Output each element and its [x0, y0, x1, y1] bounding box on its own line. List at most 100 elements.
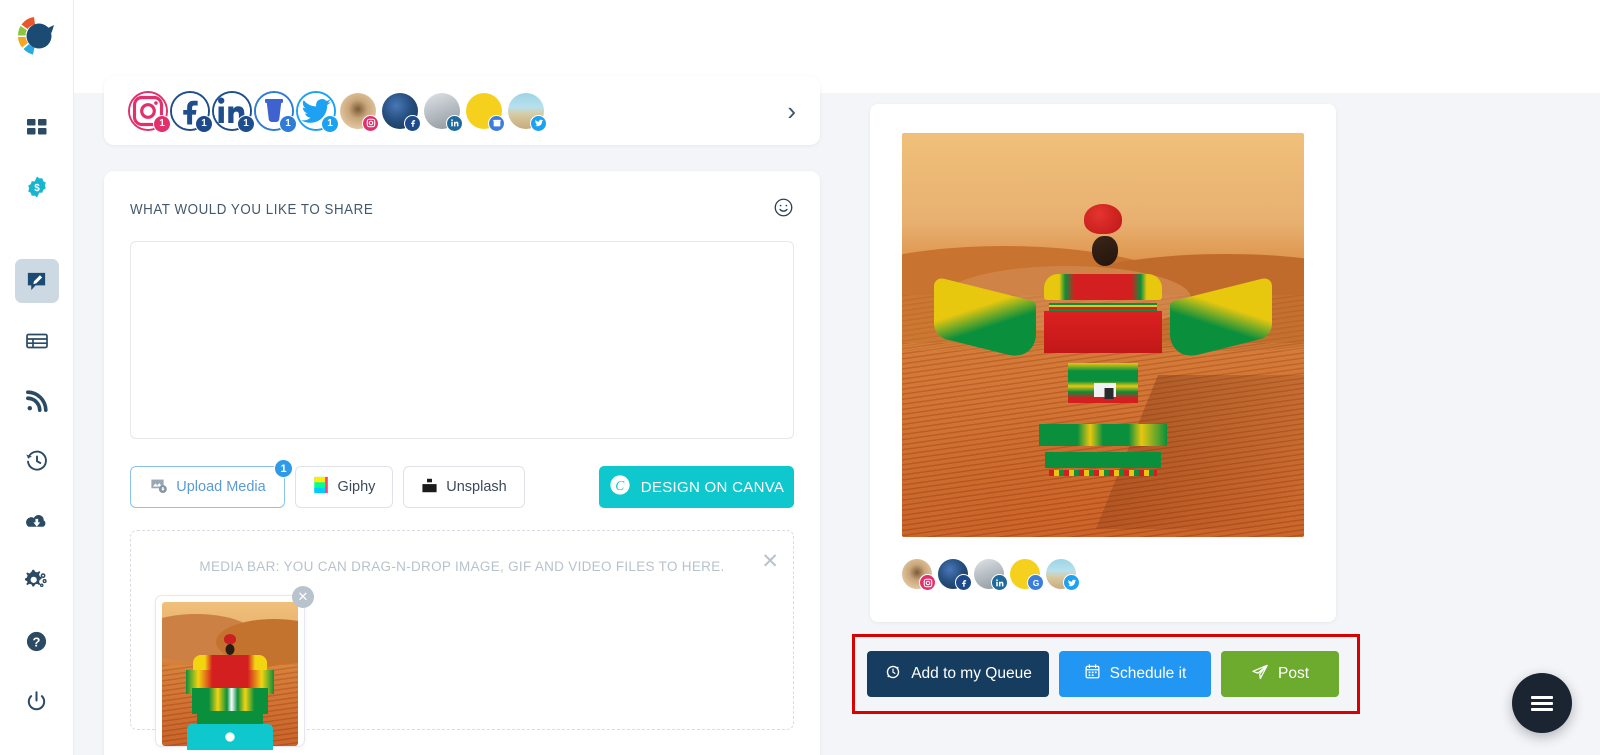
accounts-list: 1 1 1 1 1	[130, 92, 781, 133]
post-actions-highlight-box: Add to my Queue Schedule it Post	[852, 634, 1360, 714]
add-to-queue-label: Add to my Queue	[911, 665, 1032, 682]
account-count-badge: 1	[195, 114, 213, 133]
account-avatar-twitter-photo[interactable]	[508, 92, 547, 132]
smiley-face-icon	[773, 197, 794, 223]
giphy-label: Giphy	[337, 479, 376, 495]
account-avatar-twitter-selected[interactable]: 1	[298, 92, 339, 133]
unsplash-button[interactable]: Unsplash	[403, 466, 525, 508]
image-upload-icon	[149, 476, 168, 499]
account-count-badge: 1	[321, 114, 339, 133]
sidebar-item-settings[interactable]	[15, 559, 59, 603]
accounts-next-arrow-icon[interactable]: ›	[781, 98, 802, 124]
add-to-queue-button[interactable]: Add to my Queue	[867, 651, 1049, 697]
sidebar-item-compose[interactable]	[14, 259, 59, 303]
dollar-badge-icon: $	[25, 175, 49, 199]
canva-icon: C	[609, 474, 631, 500]
sidebar-item-history[interactable]	[15, 439, 59, 483]
twitter-badge-icon	[1063, 574, 1080, 591]
preview-accounts-list: G	[902, 559, 1304, 591]
calendar-list-icon	[25, 329, 49, 353]
svg-text:G: G	[1032, 578, 1039, 588]
account-avatar-instagram-selected[interactable]: 1	[130, 92, 171, 133]
preview-avatar-twitter[interactable]	[1046, 559, 1080, 591]
twitter-badge-icon	[530, 114, 547, 132]
post-preview-card: G	[870, 104, 1336, 622]
calendar-icon	[1084, 663, 1101, 685]
menu-fab-button[interactable]	[1512, 673, 1572, 733]
instagram-badge-icon	[362, 114, 379, 132]
rss-icon	[25, 389, 48, 413]
sidebar-item-billing[interactable]: $	[15, 165, 59, 209]
account-avatar-facebook-selected[interactable]: 1	[172, 92, 213, 133]
account-avatar-facebook-photo[interactable]	[382, 92, 421, 132]
preview-avatar-linkedin[interactable]	[974, 559, 1008, 591]
svg-text:?: ?	[33, 634, 41, 649]
question-circle-icon: ?	[25, 630, 48, 653]
sidebar-item-dashboard[interactable]	[15, 105, 59, 149]
history-clock-icon	[25, 449, 49, 473]
account-avatar-google-photo[interactable]	[466, 92, 505, 132]
giphy-icon	[313, 476, 330, 498]
thumbnail-action-button[interactable]	[187, 724, 273, 750]
account-count-badge: 1	[279, 114, 297, 133]
sidebar-item-feeds[interactable]	[15, 379, 59, 423]
composer-card: WHAT WOULD YOU LIKE TO SHARE Upload Medi…	[104, 171, 820, 755]
preview-avatar-instagram[interactable]	[902, 559, 936, 591]
brand-logo[interactable]	[14, 13, 60, 59]
unsplash-label: Unsplash	[446, 479, 507, 495]
paper-plane-icon	[1251, 663, 1269, 686]
uploaded-image-thumbnail[interactable]: ✕	[155, 586, 314, 750]
post-text-input[interactable]	[130, 241, 794, 439]
schedule-it-label: Schedule it	[1109, 665, 1187, 682]
preview-avatar-facebook[interactable]	[938, 559, 972, 591]
facebook-badge-icon	[404, 114, 421, 132]
queue-refresh-icon	[884, 663, 902, 686]
instagram-badge-icon	[919, 574, 936, 591]
account-avatar-linkedin-photo[interactable]	[424, 92, 463, 132]
linkedin-badge-icon	[446, 114, 463, 132]
facebook-badge-icon	[955, 574, 972, 591]
preview-avatar-google[interactable]: G	[1010, 559, 1044, 591]
compose-bubble-pencil-icon	[25, 270, 48, 293]
account-avatar-linkedin-selected[interactable]: 1	[214, 92, 255, 133]
sidebar-item-help[interactable]: ?	[15, 619, 59, 663]
upload-media-count-badge: 1	[274, 459, 293, 478]
emoji-picker-button[interactable]	[773, 197, 794, 223]
upload-media-label: Upload Media	[176, 479, 266, 495]
design-on-canva-label: DESIGN ON CANVA	[640, 478, 785, 496]
account-count-badge: 1	[153, 114, 171, 133]
google-business-badge-icon	[488, 114, 505, 132]
account-avatar-instagram-photo[interactable]	[340, 92, 379, 132]
grid-icon	[25, 115, 49, 139]
gears-icon	[24, 569, 49, 594]
media-drop-zone-label: MEDIA BAR: YOU CAN DRAG-N-DROP IMAGE, GI…	[199, 559, 725, 574]
giphy-button[interactable]: Giphy	[295, 466, 393, 508]
accounts-selector-card: 1 1 1 1 1 ›	[104, 76, 820, 145]
hamburger-menu-icon	[1531, 693, 1553, 714]
sidebar-item-logout[interactable]	[15, 679, 59, 723]
account-avatar-generic-selected[interactable]: 1	[256, 92, 297, 133]
linkedin-badge-icon	[991, 574, 1008, 591]
composer-title: WHAT WOULD YOU LIKE TO SHARE	[130, 202, 374, 218]
svg-text:C: C	[615, 478, 624, 493]
left-sidebar: $ ?	[0, 0, 74, 755]
unsplash-icon	[421, 477, 438, 498]
preview-image	[902, 133, 1304, 537]
account-count-badge: 1	[237, 114, 255, 133]
sidebar-item-downloads[interactable]	[15, 499, 59, 543]
svg-text:$: $	[34, 183, 40, 194]
schedule-it-button[interactable]: Schedule it	[1059, 651, 1211, 697]
media-drop-zone[interactable]: MEDIA BAR: YOU CAN DRAG-N-DROP IMAGE, GI…	[130, 530, 794, 750]
post-button[interactable]: Post	[1221, 651, 1339, 697]
composer-header: WHAT WOULD YOU LIKE TO SHARE	[130, 197, 794, 223]
remove-thumbnail-icon[interactable]: ✕	[292, 586, 314, 608]
design-on-canva-button[interactable]: C DESIGN ON CANVA	[599, 466, 794, 508]
power-icon	[25, 690, 48, 713]
cloud-download-icon	[24, 509, 49, 534]
app-root: $ ? 1 1 1 1 1 › WHAT WOULD YOU LIKE TO S…	[0, 0, 1600, 755]
upload-media-button[interactable]: Upload Media 1	[130, 459, 293, 508]
post-label: Post	[1277, 665, 1309, 682]
sidebar-item-calendar[interactable]	[15, 319, 59, 363]
close-media-bar-icon[interactable]: ✕	[761, 551, 779, 572]
media-source-buttons: Upload Media 1 Giphy Unsplash C DESIGN O…	[130, 459, 794, 508]
